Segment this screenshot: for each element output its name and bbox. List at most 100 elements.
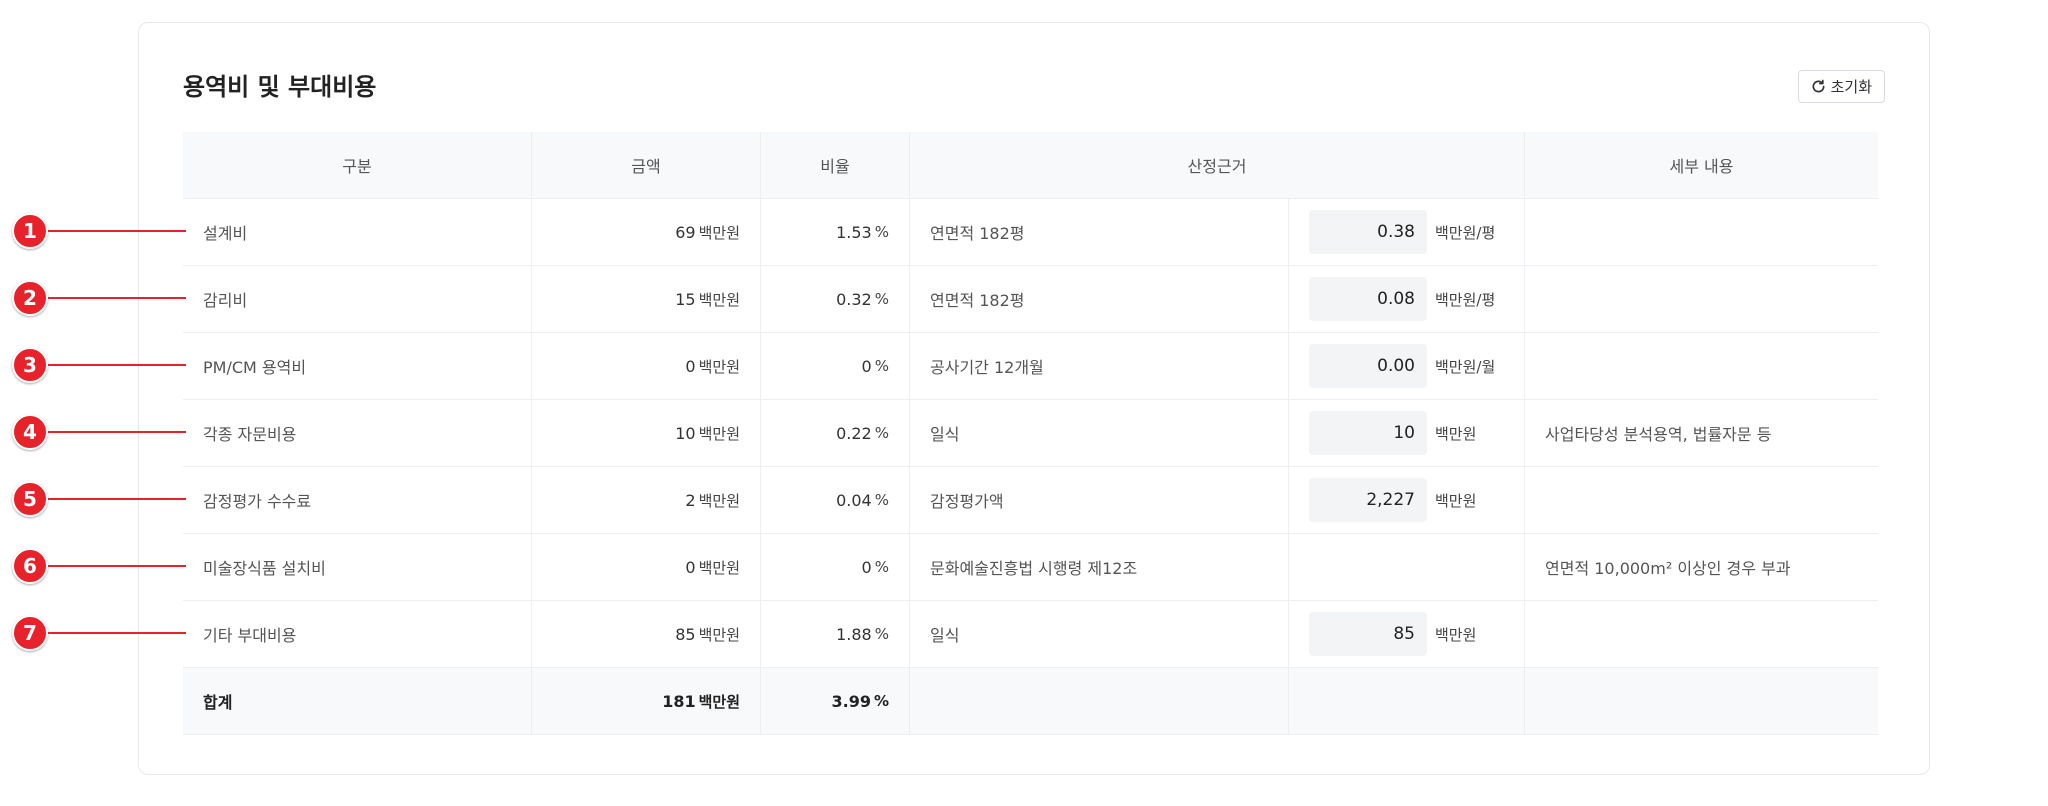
row-basis: 일식 (910, 400, 1289, 466)
callout-leader-line (48, 230, 186, 232)
row-category: 감리비 (183, 266, 532, 332)
row-basis: 연면적 182평 (910, 199, 1289, 265)
row-basis-value: 2,227 백만원 (1289, 467, 1525, 533)
row-basis-value: 0.00 백만원/월 (1289, 333, 1525, 399)
row-ratio-unit: % (874, 491, 889, 509)
row-amount-value: 69 (675, 222, 696, 242)
row-basis: 감정평가액 (910, 467, 1289, 533)
header-detail: 세부 내용 (1669, 157, 1734, 176)
header-basis: 산정근거 (910, 132, 1525, 198)
basis-value-input[interactable]: 2,227 (1309, 478, 1427, 522)
header-ratio: 비율 (761, 132, 910, 198)
total-ratio: 3.99 % (761, 668, 910, 734)
row-ratio: 0 % (761, 534, 910, 600)
table-total-row: 합계 181 백만원 3.99 % (183, 668, 1878, 735)
row-amount-value: 15 (675, 289, 696, 309)
row-basis-value: 10 백만원 (1289, 400, 1525, 466)
row-ratio-value: 0 (861, 557, 872, 577)
table-row: 미술장식품 설치비 0 백만원 0 % 문화예술진흥법 시행령 제12조 연면적… (183, 534, 1878, 601)
row-amount-unit: 백만원 (698, 625, 740, 644)
row-basis: 문화예술진흥법 시행령 제12조 (910, 534, 1289, 600)
callout-leader-line (48, 565, 186, 567)
header-amount: 금액 (532, 132, 761, 198)
basis-value-unit: 백만원/평 (1435, 290, 1496, 309)
row-ratio: 1.88 % (761, 601, 910, 667)
total-value (1289, 668, 1525, 734)
callout-marker: 4 (12, 414, 48, 450)
callout-leader-line (48, 431, 186, 433)
callout-leader-line (48, 364, 186, 366)
row-amount-value: 85 (675, 624, 696, 644)
row-amount-unit: 백만원 (698, 491, 740, 510)
basis-value-input[interactable]: 85 (1309, 612, 1427, 656)
reset-button[interactable]: 초기화 (1797, 70, 1885, 103)
table-header: 구분 금액 비율 산정근거 세부 내용 (183, 132, 1878, 199)
row-amount-value: 10 (675, 423, 696, 443)
row-detail (1525, 199, 1878, 265)
table-row: PM/CM 용역비 0 백만원 0 % 공사기간 12개월 0.00 백만원/월 (183, 333, 1878, 400)
basis-value-unit: 백만원/월 (1435, 357, 1496, 376)
total-label: 합계 (183, 668, 532, 734)
row-basis-value (1289, 534, 1525, 600)
basis-value-unit: 백만원 (1435, 491, 1477, 510)
row-category: 감정평가 수수료 (183, 467, 532, 533)
row-ratio-unit: % (874, 223, 889, 241)
row-amount-unit: 백만원 (698, 424, 740, 443)
row-ratio-value: 0.22 (836, 423, 872, 443)
row-basis: 공사기간 12개월 (910, 333, 1289, 399)
row-ratio-value: 1.53 (836, 222, 872, 242)
basis-value-input[interactable]: 0.00 (1309, 344, 1427, 388)
row-basis: 연면적 182평 (910, 266, 1289, 332)
callout-marker: 6 (12, 548, 48, 584)
callout-marker: 5 (12, 481, 48, 517)
row-ratio: 0.32 % (761, 266, 910, 332)
row-amount: 0 백만원 (532, 534, 761, 600)
basis-value-input[interactable]: 0.08 (1309, 277, 1427, 321)
cost-card: 용역비 및 부대비용 초기화 구분 금액 비율 산정근거 세부 내용 설계비 6… (138, 22, 1930, 775)
row-category: 미술장식품 설치비 (183, 534, 532, 600)
row-detail (1525, 467, 1878, 533)
total-amount: 181 백만원 (532, 668, 761, 734)
table-row: 감정평가 수수료 2 백만원 0.04 % 감정평가액 2,227 백만원 (183, 467, 1878, 534)
basis-value-unit: 백만원 (1435, 625, 1477, 644)
callout-marker: 7 (12, 615, 48, 651)
row-ratio: 0.22 % (761, 400, 910, 466)
row-detail (1525, 601, 1878, 667)
row-detail (1525, 333, 1878, 399)
callout-leader-line (48, 632, 186, 634)
total-ratio-unit: % (873, 692, 889, 710)
page: 용역비 및 부대비용 초기화 구분 금액 비율 산정근거 세부 내용 설계비 6… (0, 0, 2048, 806)
row-amount: 10 백만원 (532, 400, 761, 466)
row-basis-value: 0.38 백만원/평 (1289, 199, 1525, 265)
row-basis-value: 85 백만원 (1289, 601, 1525, 667)
basis-value-unit: 백만원 (1435, 424, 1477, 443)
row-amount: 69 백만원 (532, 199, 761, 265)
total-detail (1525, 668, 1878, 734)
total-ratio-value: 3.99 (831, 691, 871, 711)
row-amount-value: 0 (685, 557, 696, 577)
row-amount: 85 백만원 (532, 601, 761, 667)
basis-value-input[interactable]: 10 (1309, 411, 1427, 455)
total-amount-value: 181 (662, 691, 696, 711)
callout-marker: 3 (12, 347, 48, 383)
basis-value-input[interactable]: 0.38 (1309, 210, 1427, 254)
row-amount-unit: 백만원 (698, 357, 740, 376)
callout-marker: 2 (12, 280, 48, 316)
basis-value-unit: 백만원/평 (1435, 223, 1496, 242)
reset-label: 초기화 (1830, 79, 1872, 96)
card-title: 용역비 및 부대비용 (183, 73, 377, 101)
row-amount: 0 백만원 (532, 333, 761, 399)
row-ratio-value: 0.04 (836, 490, 872, 510)
row-ratio-unit: % (874, 424, 889, 442)
row-ratio-value: 0 (861, 356, 872, 376)
row-detail: 사업타당성 분석용역, 법률자문 등 (1545, 425, 1772, 444)
row-category: PM/CM 용역비 (183, 333, 532, 399)
row-ratio-value: 1.88 (836, 624, 872, 644)
callout-leader-line (48, 498, 186, 500)
table-row: 기타 부대비용 85 백만원 1.88 % 일식 85 백만원 (183, 601, 1878, 668)
callout-leader-line (48, 297, 186, 299)
row-ratio: 0.04 % (761, 467, 910, 533)
row-basis-value: 0.08 백만원/평 (1289, 266, 1525, 332)
cost-table: 구분 금액 비율 산정근거 세부 내용 설계비 69 백만원 1.53 % 연면… (183, 132, 1878, 735)
total-amount-unit: 백만원 (698, 692, 740, 711)
